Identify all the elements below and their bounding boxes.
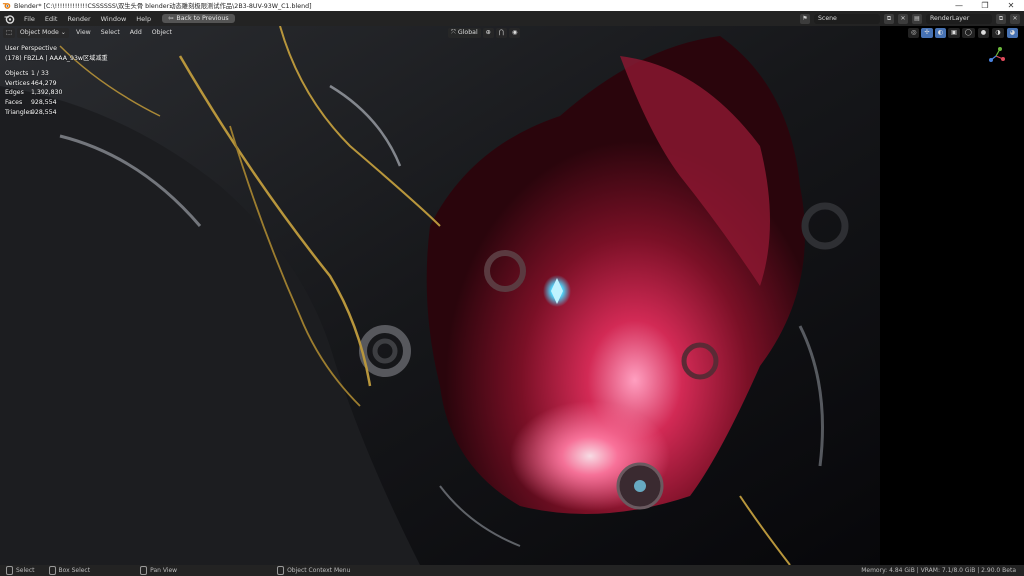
sculpture-render xyxy=(0,26,1024,565)
wireframe-shading-button[interactable]: ◯ xyxy=(961,27,975,38)
hint-select: Select xyxy=(6,566,35,575)
xray-icon: ▣ xyxy=(950,29,957,36)
rendered-icon: ◕ xyxy=(1009,29,1015,36)
hint-select-label: Select xyxy=(16,567,35,574)
view-menu[interactable]: View xyxy=(76,29,91,36)
hint-pan-view-label: Pan View xyxy=(150,567,178,574)
xray-toggle[interactable]: ▣ xyxy=(947,27,960,38)
pivot-point-button[interactable]: ⊕ xyxy=(482,27,494,38)
menu-help[interactable]: Help xyxy=(131,15,156,23)
stat-objects: Objects 1 / 33 xyxy=(5,69,108,79)
menu-window[interactable]: Window xyxy=(96,15,132,23)
stat-triangles: Triangles 928,554 xyxy=(5,108,108,118)
menu-edit[interactable]: Edit xyxy=(40,15,63,23)
maximize-button[interactable]: ❐ xyxy=(972,0,998,11)
window-title: Blender* [C:\!!!!!!!!!!!!!CSSSSSS\双生头骨 b… xyxy=(14,3,312,10)
new-scene-icon[interactable]: ⧉ xyxy=(884,13,894,24)
hint-box-select: Box Select xyxy=(48,566,91,575)
object-menu[interactable]: Object xyxy=(152,29,172,36)
stat-label: Edges xyxy=(5,89,24,97)
orientation-icon: ⤧ xyxy=(451,28,458,36)
memory-stats: Memory: 4.84 GiB | VRAM: 7.1/8.0 GiB | 2… xyxy=(861,567,1016,574)
stat-value: 928,554 xyxy=(31,98,57,106)
scene-field[interactable]: Scene xyxy=(814,13,880,24)
hint-context-menu: Object Context Menu xyxy=(277,566,350,575)
proportional-edit-button[interactable]: ◉ xyxy=(508,27,521,38)
delete-scene-icon[interactable]: ✕ xyxy=(898,13,908,24)
navigation-gizmo-icon[interactable] xyxy=(985,44,1007,66)
stat-value: 1,392,830 xyxy=(31,89,63,97)
scene-name: Scene xyxy=(818,15,837,22)
orientation-label: Global xyxy=(457,29,478,36)
rendered-shading-button[interactable]: ◕ xyxy=(1006,27,1018,38)
editor-type-button[interactable]: ⬚ xyxy=(3,27,15,38)
stat-faces: Faces 928,554 xyxy=(5,98,108,108)
blender-menu-icon[interactable] xyxy=(3,13,15,25)
solid-icon: ● xyxy=(980,29,987,36)
material-icon: ◑ xyxy=(995,29,1001,36)
stat-edges: Edges 1,392,830 xyxy=(5,88,108,98)
chevron-down-icon: ⌄ xyxy=(58,29,66,36)
mouse-right-icon xyxy=(277,566,285,575)
back-to-previous-button[interactable]: ⇦ Back to Previous xyxy=(162,14,235,23)
solid-shading-button[interactable]: ● xyxy=(977,27,990,38)
wireframe-icon: ◯ xyxy=(964,29,972,36)
window-titlebar: Blender* [C:\!!!!!!!!!!!!!CSSSSSS\双生头骨 b… xyxy=(0,0,1024,11)
mouse-left-icon xyxy=(6,566,13,575)
material-shading-button[interactable]: ◑ xyxy=(992,27,1004,38)
menu-file[interactable]: File xyxy=(19,15,40,23)
object-mode-label: Object Mode xyxy=(19,29,59,36)
blender-logo-icon xyxy=(2,3,11,9)
back-arrow-icon: ⇦ xyxy=(168,15,174,22)
scene-type-icon[interactable]: ⚑ xyxy=(800,13,810,24)
render-layer-field[interactable]: RenderLayer xyxy=(926,13,992,24)
stat-value: 1 / 33 xyxy=(31,70,49,78)
pivot-icon: ⊕ xyxy=(485,29,491,36)
object-mode-dropdown[interactable]: Object Mode ⌄ xyxy=(16,27,69,38)
viewport-header: ⬚ Object Mode ⌄ View Select Add Object ⤧… xyxy=(0,26,1024,39)
stat-label: Triangles xyxy=(5,108,33,116)
snap-button[interactable]: ⋂ xyxy=(495,27,507,38)
perspective-label: User Perspective xyxy=(5,45,57,52)
proportional-icon: ◉ xyxy=(511,29,518,36)
hint-context-menu-label: Object Context Menu xyxy=(287,567,351,574)
eye-icon: ◎ xyxy=(910,29,917,36)
stat-label: Faces xyxy=(5,98,23,106)
new-layer-icon[interactable]: ⧉ xyxy=(996,13,1006,24)
delete-layer-icon[interactable]: ✕ xyxy=(1010,13,1020,24)
viewport-text-overlay: User Perspective (178) FBZLA | AAAA_93w区… xyxy=(5,44,108,117)
hint-pan-view: Pan View xyxy=(140,566,177,575)
transform-orientation-dropdown[interactable]: ⤧ Global xyxy=(448,27,481,38)
stat-label: Objects xyxy=(5,70,29,78)
stat-value: 928,554 xyxy=(31,108,57,116)
stat-value: 464,279 xyxy=(31,79,57,87)
add-menu[interactable]: Add xyxy=(130,29,142,36)
magnet-icon: ⋂ xyxy=(498,29,504,36)
mouse-drag-icon xyxy=(48,566,56,575)
3d-viewport[interactable] xyxy=(0,26,1024,565)
render-layer-icon[interactable]: ▤ xyxy=(912,13,922,24)
render-layer-name: RenderLayer xyxy=(930,15,970,22)
select-menu[interactable]: Select xyxy=(101,29,120,36)
cube-editor-icon: ⬚ xyxy=(6,29,12,36)
overlay-toggle[interactable]: ◐ xyxy=(934,27,946,38)
back-to-previous-label: Back to Previous xyxy=(176,15,229,22)
status-bar: Select Box Select Pan View Object Contex… xyxy=(0,565,1024,576)
top-menubar: File Edit Render Window Help ⇦ Back to P… xyxy=(0,11,1024,27)
visibility-button[interactable]: ◎ xyxy=(907,27,920,38)
collection-label: (178) FBZLA | AAAA_93w区域减重 xyxy=(5,54,108,62)
gizmo-icon: ✢ xyxy=(924,29,930,36)
hint-box-select-label: Box Select xyxy=(58,567,91,574)
mouse-middle-icon xyxy=(140,566,148,575)
stat-vertices: Vertices 464,279 xyxy=(5,79,108,89)
close-button[interactable]: ✕ xyxy=(998,0,1024,11)
minimize-button[interactable]: — xyxy=(946,0,972,11)
stat-label: Vertices xyxy=(5,79,30,87)
menu-render[interactable]: Render xyxy=(62,15,95,23)
gizmo-toggle[interactable]: ✢ xyxy=(921,27,933,38)
overlay-icon: ◐ xyxy=(937,29,943,36)
